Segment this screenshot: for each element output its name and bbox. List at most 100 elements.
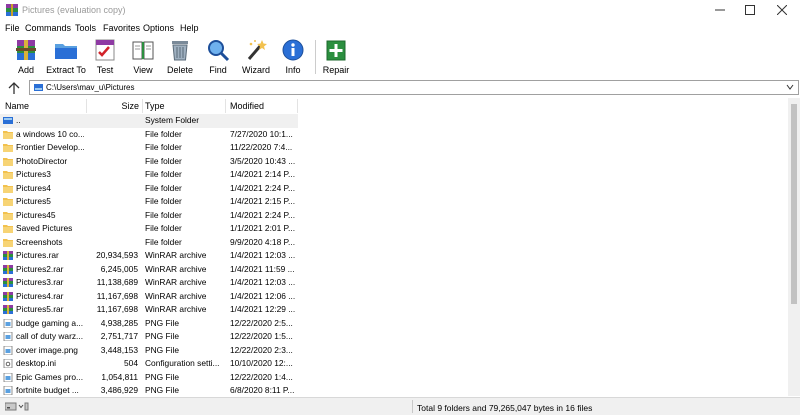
scrollbar-thumb[interactable]	[791, 104, 797, 304]
close-icon	[777, 5, 787, 15]
rar-archive-icon	[3, 278, 13, 287]
test-button[interactable]: Test	[93, 36, 117, 78]
file-list[interactable]: Name Size Type Modified .. System Folder a…	[0, 98, 800, 396]
delete-label: Delete	[166, 65, 193, 75]
view-label: View	[133, 65, 153, 75]
row-size: 4,938,285	[100, 317, 138, 328]
menu-bar: File Commands Tools Favorites Options He…	[0, 21, 800, 35]
png-file-icon	[3, 372, 13, 382]
row-size: 3,448,153	[100, 344, 138, 355]
row-type: WinRAR archive	[145, 290, 207, 301]
row-size: 1,054,811	[101, 371, 138, 382]
table-row[interactable]: Pictures4.rar 11,167,698 WinRAR archive 1/4…	[0, 290, 298, 304]
close-button[interactable]	[766, 0, 798, 20]
row-name: Pictures2.rar	[16, 263, 64, 274]
settings-file-icon	[3, 359, 13, 368]
table-row[interactable]: Pictures5.rar 11,167,698 WinRAR archive 1/4…	[0, 303, 298, 317]
row-name: Pictures5.rar	[16, 304, 64, 314]
drive-status-icon[interactable]	[5, 402, 29, 411]
table-row[interactable]: PhotoDirector File folder 3/5/2020 10:43 .…	[0, 155, 298, 169]
table-row[interactable]: Pictures5 File folder 1/4/2021 2:15 P...	[0, 195, 298, 209]
row-type: WinRAR archive	[145, 263, 207, 274]
row-type: File folder	[145, 142, 182, 152]
row-type: PNG File	[145, 331, 179, 341]
extract-folder-icon	[55, 44, 77, 59]
maximize-button[interactable]	[734, 0, 766, 20]
row-type: File folder	[145, 182, 182, 193]
table-row[interactable]: budge gaming a... 4,938,285 PNG File 12/22/…	[0, 317, 298, 331]
winrar-app-icon[interactable]	[6, 4, 18, 16]
table-row[interactable]: Pictures3.rar 11,138,689 WinRAR archive 1/4…	[0, 276, 298, 290]
table-row[interactable]: Pictures45 File folder 1/4/2021 2:24 P...	[0, 209, 298, 223]
minimize-button[interactable]	[704, 0, 736, 20]
extract-to-label: Extract To	[46, 65, 86, 75]
rar-archive-icon	[3, 251, 13, 260]
menu-favorites[interactable]: Favorites	[103, 23, 140, 33]
row-modified: 12/22/2020 2:5...	[230, 317, 293, 328]
view-button[interactable]: View	[130, 36, 156, 78]
column-header-modified[interactable]: Modified	[225, 98, 297, 114]
folder-icon	[3, 211, 13, 220]
row-name: cover image.png	[16, 344, 78, 355]
row-type: System Folder	[145, 115, 199, 125]
row-name: Pictures5	[16, 196, 51, 206]
table-row[interactable]: Epic Games pro... 1,054,811 PNG File 12/22/…	[0, 371, 298, 385]
address-row: C:\Users\mav_u\Pictures	[0, 79, 800, 97]
table-row[interactable]: fortnite budget ... 3,486,929 PNG File 6/8/…	[0, 384, 298, 398]
minimize-icon	[715, 9, 725, 11]
up-arrow-icon[interactable]	[6, 80, 22, 96]
table-row[interactable]: Pictures4 File folder 1/4/2021 2:24 P...	[0, 182, 298, 196]
table-row[interactable]: desktop.ini 504 Configuration setti... 10/1…	[0, 357, 298, 371]
table-row[interactable]: Saved Pictures File folder 1/1/2021 2:01 P…	[0, 222, 298, 236]
row-type: File folder	[145, 128, 182, 139]
drive-icon	[34, 84, 43, 91]
folder-icon	[3, 157, 13, 166]
row-type: File folder	[145, 155, 182, 166]
test-checklist-icon	[95, 39, 115, 61]
wizard-button[interactable]: Wizard	[241, 36, 271, 78]
menu-help[interactable]: Help	[180, 23, 199, 33]
row-modified: 1/4/2021 12:03 ...	[230, 277, 296, 287]
row-modified: 1/4/2021 2:24 P...	[230, 182, 296, 193]
table-row[interactable]: a windows 10 co... File folder 7/27/2020 1…	[0, 128, 298, 142]
table-row[interactable]: Pictures3 File folder 1/4/2021 2:14 P...	[0, 168, 298, 182]
table-row[interactable]: Pictures.rar 20,934,593 WinRAR archive 1/4/…	[0, 249, 298, 263]
toolbar-separator	[315, 40, 316, 74]
row-name: Pictures4.rar	[16, 290, 64, 301]
menu-file[interactable]: File	[5, 23, 20, 33]
menu-tools[interactable]: Tools	[75, 23, 96, 33]
menu-options[interactable]: Options	[143, 23, 174, 33]
table-row[interactable]: Frontier Develop... File folder 11/22/2020…	[0, 141, 298, 155]
png-file-icon	[3, 318, 13, 328]
folder-icon	[3, 184, 13, 193]
row-type: File folder	[145, 223, 182, 233]
table-row[interactable]: Pictures2.rar 6,245,005 WinRAR archive 1/4/…	[0, 263, 298, 277]
folder-icon	[3, 144, 13, 152]
add-button[interactable]: Add	[13, 36, 39, 78]
menu-commands[interactable]: Commands	[25, 23, 71, 33]
table-row[interactable]: call of duty warz... 2,751,717 PNG File 12/…	[0, 330, 298, 344]
row-name: Saved Pictures	[16, 223, 73, 233]
window-title: Pictures (evaluation copy)	[22, 5, 126, 15]
chevron-down-icon[interactable]	[786, 83, 794, 91]
column-header-size[interactable]: Size	[86, 98, 142, 114]
column-divider[interactable]	[297, 99, 298, 113]
row-type: File folder	[145, 169, 182, 179]
column-header-type[interactable]: Type	[140, 98, 224, 114]
delete-button[interactable]: Delete	[166, 36, 194, 78]
table-row[interactable]: .. System Folder	[0, 114, 298, 128]
table-row[interactable]: cover image.png 3,448,153 PNG File 12/22/20…	[0, 344, 298, 358]
column-header-name[interactable]: Name	[0, 98, 86, 114]
row-size: 6,245,005	[100, 263, 138, 274]
row-type: PNG File	[145, 371, 179, 382]
address-bar[interactable]: C:\Users\mav_u\Pictures	[29, 80, 799, 95]
find-button[interactable]: Find	[205, 36, 231, 78]
extract-to-button[interactable]: Extract To	[46, 36, 86, 78]
table-row[interactable]: Screenshots File folder 9/9/2020 4:18 P...	[0, 236, 298, 250]
info-button[interactable]: Info	[281, 36, 305, 78]
folder-icon	[3, 171, 13, 179]
repair-button[interactable]: Repair	[322, 36, 350, 78]
row-modified: 1/4/2021 2:24 P...	[230, 209, 296, 220]
title-bar: Pictures (evaluation copy)	[0, 0, 800, 20]
status-bar: Total 9 folders and 79,265,047 bytes in …	[0, 397, 800, 415]
